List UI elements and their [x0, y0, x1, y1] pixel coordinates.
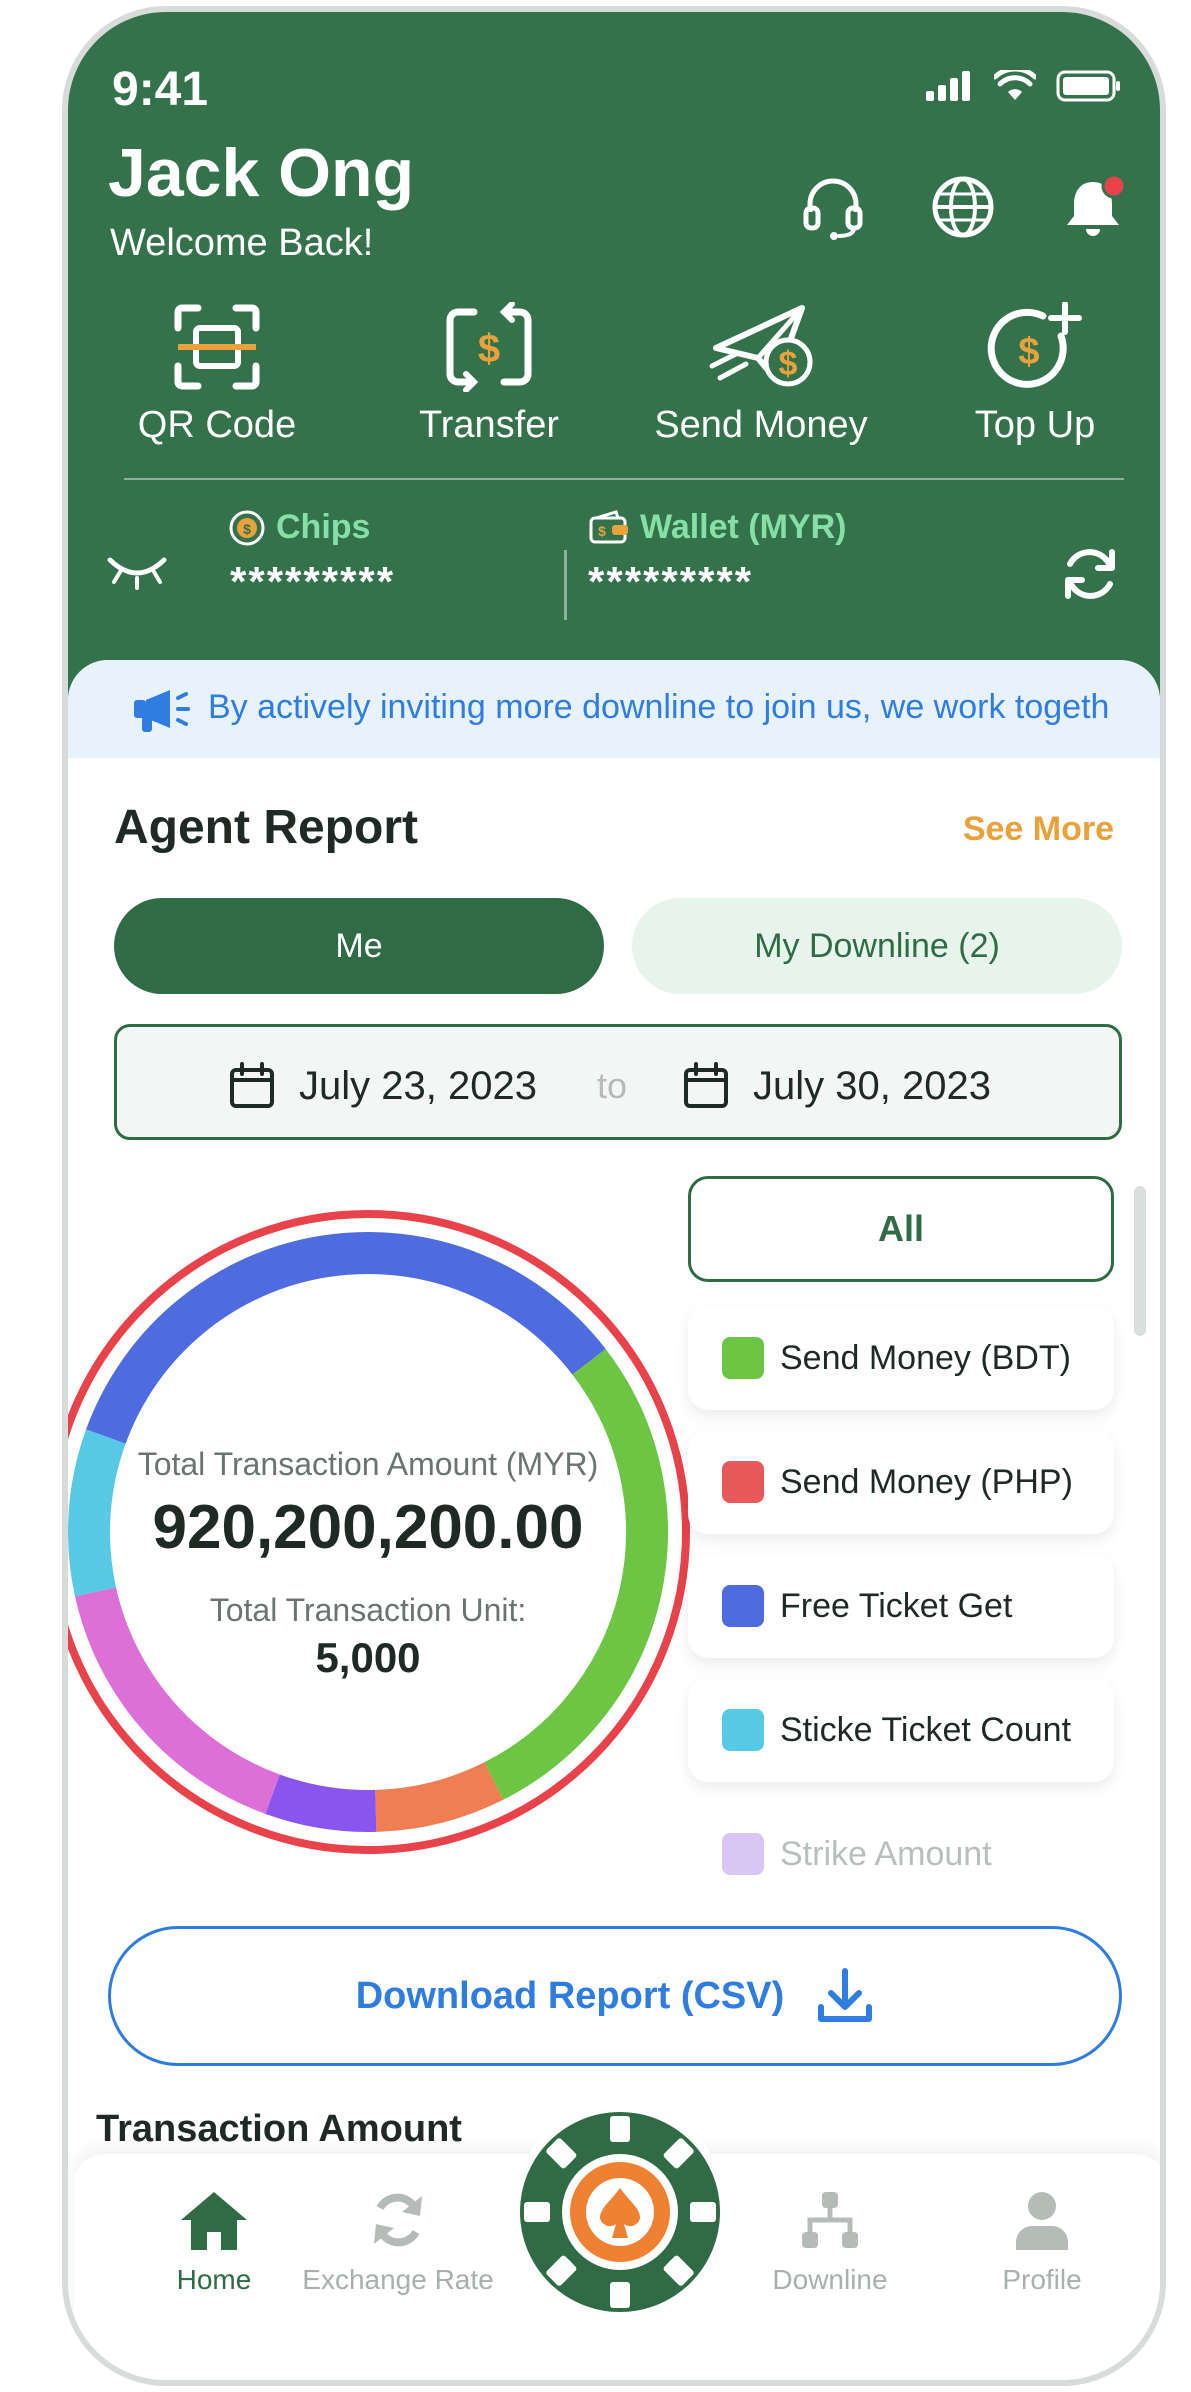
legend-swatch [722, 1337, 764, 1379]
transfer-icon: $ [446, 302, 532, 392]
total-amount-value: 920,200,200.00 [152, 1493, 584, 1562]
date-range-picker[interactable]: July 23, 2023 to July 30, 2023 [114, 1024, 1122, 1140]
legend-swatch [722, 1833, 764, 1875]
date-from-text: July 23, 2023 [299, 1063, 537, 1108]
legend-item-send-money-bdt[interactable]: Send Money (BDT) [688, 1306, 1114, 1410]
header: 9:41 Jack Ong Welcome Back! QR Code $ Tr… [68, 12, 1160, 702]
welcome-text: Welcome Back! [110, 222, 374, 264]
nav-downline[interactable]: Downline [730, 2188, 930, 2296]
legend-label: Strike Amount [780, 1834, 992, 1873]
nav-home[interactable]: Home [114, 2188, 314, 2296]
chip-icon: $ [229, 510, 265, 545]
header-divider [124, 478, 1124, 480]
transaction-donut-chart: Total Transaction Amount (MYR) 920,200,2… [68, 1202, 698, 1862]
poker-chip-button[interactable] [510, 2102, 730, 2322]
svg-text:$: $ [1018, 331, 1039, 373]
legend-scrollbar[interactable] [1134, 1186, 1146, 1336]
total-unit-label: Total Transaction Unit: [209, 1592, 527, 1628]
notification-dot [1101, 173, 1127, 199]
svg-text:$: $ [598, 523, 606, 539]
legend-item-send-money-php[interactable]: Send Money (PHP) [688, 1430, 1114, 1534]
nav-profile-label: Profile [1002, 2264, 1082, 2295]
tab-my-downline[interactable]: My Downline (2) [632, 898, 1122, 994]
battery-icon [1056, 70, 1120, 102]
legend-item-strike-amount[interactable]: Strike Amount [688, 1802, 1114, 1906]
chips-value: ********* [230, 558, 396, 605]
nav-downline-label: Downline [772, 2264, 888, 2295]
download-report-button[interactable]: Download Report (CSV) [108, 1926, 1122, 2066]
megaphone-icon [134, 690, 190, 732]
qr-code-label: QR Code [137, 404, 297, 446]
status-icons [926, 70, 1122, 102]
date-to[interactable]: July 30, 2023 [681, 1061, 991, 1111]
agent-report-title: Agent Report [114, 801, 418, 854]
top-up-button[interactable]: $ Top Up [920, 302, 1150, 447]
download-icon [818, 1968, 873, 2022]
date-to-label: to [597, 1065, 628, 1106]
wallet-icon: $ [589, 509, 628, 543]
balance-row: $ Chips ********* $ Wallet (MYR) *******… [68, 502, 1160, 632]
bell-icon[interactable] [1058, 172, 1128, 242]
downline-icon [802, 2192, 858, 2248]
filter-all-button[interactable]: All [688, 1176, 1114, 1282]
banner-text: By actively inviting more downline to jo… [208, 688, 1110, 726]
calendar-icon [230, 1062, 274, 1108]
legend-label: Free Ticket Get [780, 1586, 1013, 1625]
signal-icon [926, 71, 970, 101]
date-to-text: July 30, 2023 [753, 1063, 991, 1108]
wifi-icon [994, 70, 1036, 100]
legend-swatch [722, 1461, 764, 1503]
send-money-label: Send Money [654, 404, 868, 446]
home-icon [181, 2192, 247, 2250]
nav-exchange-label: Exchange Rate [302, 2264, 494, 2295]
legend-item-free-ticket-get[interactable]: Free Ticket Get [688, 1554, 1114, 1658]
legend-item-sticke-ticket-count[interactable]: Sticke Ticket Count [688, 1678, 1114, 1782]
nav-home-label: Home [176, 2264, 252, 2295]
profile-icon [1016, 2192, 1068, 2250]
legend-label: Send Money (PHP) [780, 1462, 1073, 1501]
tab-me[interactable]: Me [114, 898, 604, 994]
svg-text:$: $ [478, 327, 500, 371]
top-up-label: Top Up [974, 404, 1096, 446]
legend-label: Send Money (BDT) [780, 1338, 1071, 1377]
calendar-icon [684, 1062, 728, 1108]
balance-separator [564, 550, 567, 620]
refresh-icon[interactable] [1058, 542, 1122, 606]
headset-icon[interactable] [798, 172, 868, 242]
total-unit-value: 5,000 [315, 1634, 421, 1681]
quick-actions: QR Code $ Transfer $ Send Money $ Top Up [68, 302, 1160, 462]
status-time: 9:41 [112, 63, 209, 116]
send-money-icon: $ [709, 305, 813, 387]
status-bar: 9:41 [112, 62, 1122, 122]
nav-exchange-rate[interactable]: Exchange Rate [298, 2188, 498, 2296]
transfer-button[interactable]: $ Transfer [374, 302, 604, 447]
legend-label: Sticke Ticket Count [780, 1710, 1072, 1749]
legend-swatch [722, 1585, 764, 1627]
transfer-label: Transfer [418, 404, 560, 446]
chips-label: $ Chips [228, 508, 370, 547]
globe-icon[interactable] [928, 172, 998, 242]
legend-swatch [722, 1709, 764, 1751]
svg-text:$: $ [243, 521, 251, 537]
eye-closed-icon[interactable] [106, 550, 168, 590]
qr-code-button[interactable]: QR Code [102, 302, 332, 447]
total-amount-label: Total Transaction Amount (MYR) [137, 1446, 599, 1482]
exchange-icon [374, 2193, 422, 2247]
chips-label-text: Chips [276, 508, 371, 546]
nav-profile[interactable]: Profile [942, 2188, 1142, 2296]
send-money-button[interactable]: $ Send Money [646, 302, 876, 447]
svg-text:$: $ [779, 345, 798, 383]
user-name: Jack Ong [108, 135, 415, 211]
wallet-value: ********* [588, 558, 754, 605]
date-from[interactable]: July 23, 2023 [227, 1061, 537, 1111]
announcement-banner[interactable]: By actively inviting more downline to jo… [68, 660, 1160, 758]
transaction-amount-title: Transaction Amount [96, 2108, 462, 2150]
top-up-icon: $ [987, 302, 1082, 388]
see-more-link[interactable]: See More [963, 810, 1114, 849]
wallet-label-text: Wallet (MYR) [640, 508, 847, 546]
wallet-label: $ Wallet (MYR) [588, 508, 847, 547]
qr-scan-icon [174, 304, 260, 390]
phone-frame: 9:41 Jack Ong Welcome Back! QR Code $ Tr… [62, 6, 1166, 2386]
download-report-label: Download Report (CSV) [355, 1974, 785, 2017]
